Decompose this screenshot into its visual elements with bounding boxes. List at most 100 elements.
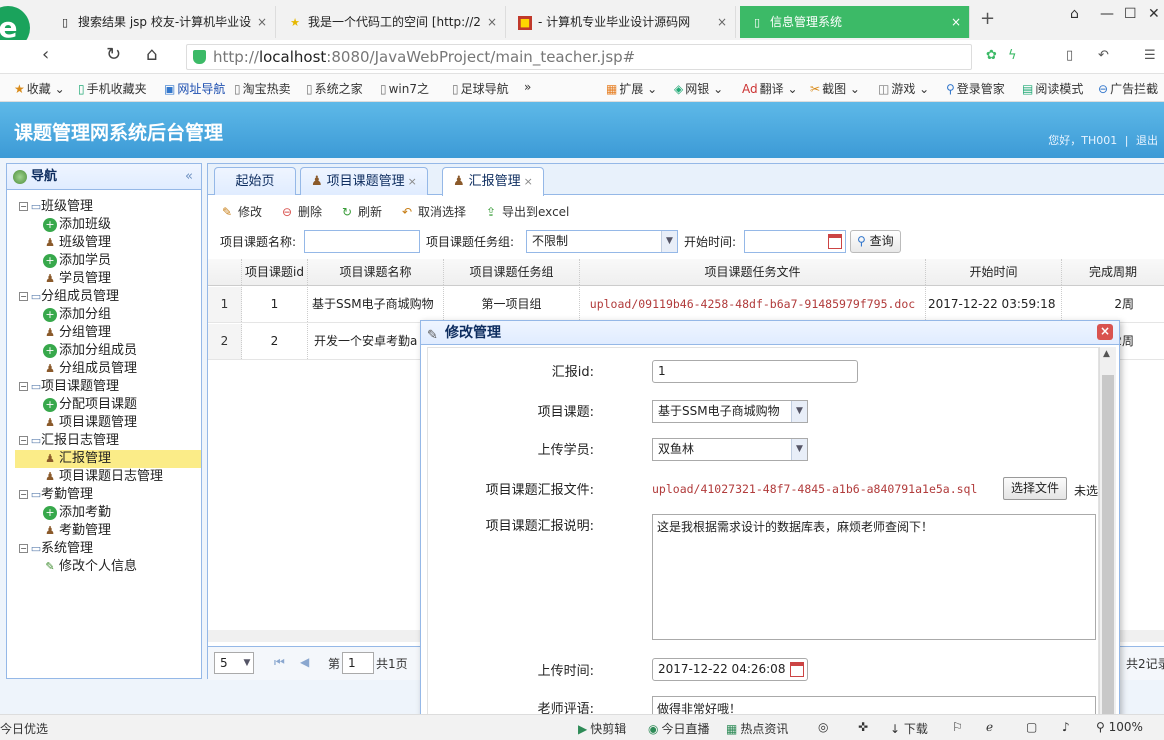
tree-item[interactable]: ♟ 汇报管理 <box>15 450 201 468</box>
menu-icon[interactable]: ☰ <box>1144 48 1156 63</box>
collapse-icon[interactable]: « <box>185 164 193 190</box>
bookmark-bank[interactable]: ◈ 网银 ⌄ <box>674 80 723 97</box>
tree-group[interactable]: − ▭ 项目课题管理 <box>15 378 201 396</box>
bookmark-xitong[interactable]: ▯ 系统之家 <box>306 80 363 97</box>
zoom-level[interactable]: ⚲ 100% <box>1096 720 1143 734</box>
new-tab-button[interactable]: + <box>980 8 995 29</box>
collapse-toggle-icon[interactable]: − <box>19 292 28 301</box>
tab-home[interactable]: 起始页 <box>214 167 296 195</box>
export-button[interactable]: ⇪ 导出到excel <box>484 203 569 220</box>
student-select[interactable]: 双鱼林 ▼ <box>652 438 808 461</box>
column-header[interactable]: 项目课题任务组 <box>444 259 580 285</box>
scroll-up-icon[interactable]: ▲ <box>1103 349 1110 359</box>
collapse-toggle-icon[interactable]: − <box>19 202 28 211</box>
column-header[interactable]: 开始时间 <box>926 259 1062 285</box>
page-size-select[interactable]: 5 ▼ <box>214 652 254 674</box>
flag-icon[interactable]: ⚐ <box>952 720 963 734</box>
bookmark-translate[interactable]: Ad 翻译 ⌄ <box>742 80 798 97</box>
ie-icon[interactable]: ℯ <box>986 720 993 734</box>
choose-file-button[interactable]: 选择文件 <box>1003 477 1068 500</box>
tab-project-manage[interactable]: ♟ 项目课题管理 × <box>300 167 428 195</box>
close-window-icon[interactable]: ✕ <box>1148 6 1160 22</box>
tree-item[interactable]: + 添加分组 <box>15 306 201 324</box>
project-name-input[interactable] <box>304 230 420 253</box>
dialog-scrollbar[interactable]: ▲ <box>1099 347 1116 721</box>
delete-button[interactable]: ⊖ 删除 <box>280 203 322 220</box>
bookmark-extensions[interactable]: ▦ 扩展 ⌄ <box>606 80 657 97</box>
status-left[interactable]: 今日优选 <box>0 720 48 737</box>
calendar-icon[interactable] <box>790 662 804 677</box>
skin-icon[interactable]: ⌂ <box>1070 6 1079 22</box>
accelerate-icon[interactable]: ✿ <box>986 48 997 63</box>
volume-icon[interactable]: ♪ <box>1062 720 1070 734</box>
tab-report-manage[interactable]: ♟ 汇报管理 × <box>442 167 544 196</box>
tree-item[interactable]: + 分配项目课题 <box>15 396 201 414</box>
bookmark-adblock[interactable]: ⊖ 广告拦截 <box>1098 80 1158 97</box>
column-header[interactable]: 完成周期 <box>1062 259 1164 285</box>
quick-edit-button[interactable]: ▶ 快剪辑 <box>578 720 626 737</box>
column-header[interactable]: 项目课题id <box>242 259 308 285</box>
browser-tab-active[interactable]: ▯ 信息管理系统 × <box>740 6 970 38</box>
tree-item[interactable]: ♟ 项目课题日志管理 <box>15 468 201 486</box>
cell-file-link[interactable]: upload/09119b46-4258-48df-b6a7-91485979f… <box>580 287 926 322</box>
undo-icon[interactable]: ↶ <box>1098 48 1109 63</box>
home-icon[interactable]: ⌂ <box>146 44 157 65</box>
bookmark-more[interactable]: » <box>524 80 531 94</box>
tab-close-icon[interactable]: × <box>487 6 497 38</box>
bookmark-football[interactable]: ▯ 足球导航 <box>452 80 509 97</box>
tree-item[interactable]: + 添加分组成员 <box>15 342 201 360</box>
column-header[interactable]: 项目课题名称 <box>308 259 444 285</box>
back-icon[interactable]: ‹ <box>42 44 49 65</box>
report-file-link[interactable]: upload/41027321-48f7-4845-a1b6-a840791a1… <box>652 482 977 496</box>
collapse-toggle-icon[interactable]: − <box>19 436 28 445</box>
tree-group[interactable]: − ▭ 班级管理 <box>15 198 201 216</box>
bookmark-win7[interactable]: ▯ win7之 <box>380 80 429 97</box>
bookmark-screenshot[interactable]: ✂ 截图 ⌄ <box>810 80 860 97</box>
tab-close-icon[interactable]: × <box>408 175 417 188</box>
scroll-thumb[interactable] <box>1102 375 1114 715</box>
tree-item[interactable]: + 添加班级 <box>15 216 201 234</box>
table-row[interactable]: 1 1 基于SSM电子商城购物 第一项目组 upload/09119b46-42… <box>208 287 1164 323</box>
news-button[interactable]: ▦ 热点资讯 <box>726 720 788 737</box>
maximize-icon[interactable]: ☐ <box>1124 6 1137 22</box>
upload-time-field[interactable]: 2017-12-22 04:26:08 <box>652 658 808 681</box>
phone-icon[interactable]: ▯ <box>1066 48 1073 63</box>
tree-item[interactable]: ♟ 考勤管理 <box>15 522 201 540</box>
edit-button[interactable]: ✎ 修改 <box>220 203 262 220</box>
reload-icon[interactable]: ↻ <box>106 44 121 65</box>
tree-item[interactable]: ♟ 分组管理 <box>15 324 201 342</box>
query-button[interactable]: ⚲ 查询 <box>850 230 901 253</box>
collapse-toggle-icon[interactable]: − <box>19 544 28 553</box>
tree-group[interactable]: − ▭ 考勤管理 <box>15 486 201 504</box>
bookmark-favorites[interactable]: ★ 收藏 ⌄ <box>14 80 65 97</box>
refresh-button[interactable]: ↻ 刷新 <box>340 203 382 220</box>
column-header[interactable]: 项目课题任务文件 <box>580 259 926 285</box>
window-icon[interactable]: ▢ <box>1026 720 1037 734</box>
logout-link[interactable]: 退出 <box>1136 134 1158 147</box>
bookmark-taobao[interactable]: ▯ 淘宝热卖 <box>234 80 291 97</box>
report-id-field[interactable]: 1 <box>652 360 858 383</box>
browser-tab-search[interactable]: ▯ 搜索结果 jsp 校友-计算机毕业设 × <box>48 6 276 38</box>
browser-tab-source[interactable]: ■ - 计算机专业毕业设计源码网 × <box>508 6 736 38</box>
tab-close-icon[interactable]: × <box>257 6 267 38</box>
browser-tab-space[interactable]: ★ 我是一个代码工的空间 [http://2 × <box>278 6 506 38</box>
tab-close-icon[interactable]: × <box>717 6 727 38</box>
speed-icon[interactable]: ◎ <box>818 720 828 734</box>
report-description-textarea[interactable]: 这是我根据需求设计的数据库表，麻烦老师查阅下！ <box>652 514 1096 640</box>
lightning-icon[interactable]: ϟ <box>1008 48 1017 63</box>
tab-close-icon[interactable]: × <box>524 175 533 188</box>
project-select[interactable]: 基于SSM电子商城购物 ▼ <box>652 400 808 423</box>
tree-item[interactable]: ♟ 项目课题管理 <box>15 414 201 432</box>
tree-group[interactable]: − ▭ 汇报日志管理 <box>15 432 201 450</box>
bookmark-login[interactable]: ⚲ 登录管家 <box>946 80 1005 97</box>
task-group-select[interactable]: 不限制 ▼ <box>526 230 678 253</box>
tree-item[interactable]: ♟ 分组成员管理 <box>15 360 201 378</box>
bookmark-navigation[interactable]: ▣ 网址导航 <box>164 80 225 97</box>
tree-item[interactable]: ✎ 修改个人信息 <box>15 558 201 576</box>
calendar-icon[interactable] <box>828 234 842 249</box>
minimize-icon[interactable]: — <box>1100 6 1114 22</box>
url-field[interactable]: http://localhost:8080/JavaWebProject/mai… <box>186 44 972 70</box>
download-button[interactable]: ↓ 下载 <box>890 720 928 737</box>
tree-item[interactable]: + 添加考勤 <box>15 504 201 522</box>
tree-item[interactable]: + 添加学员 <box>15 252 201 270</box>
